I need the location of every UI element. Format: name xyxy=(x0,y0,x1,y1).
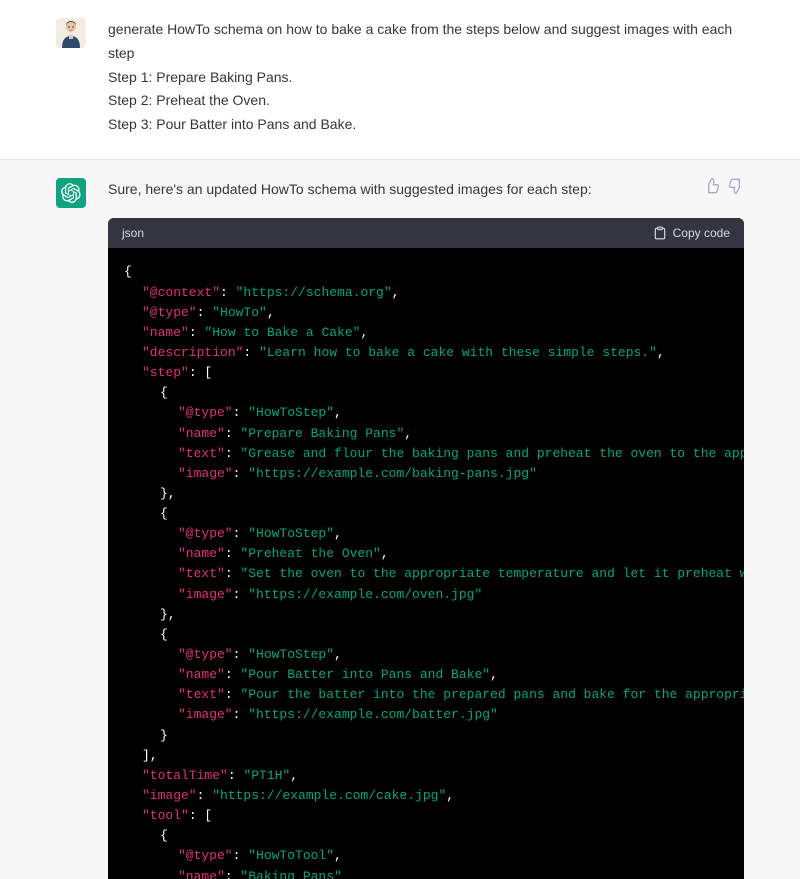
code-lang-label: json xyxy=(122,226,144,240)
code-line: "text": "Pour the batter into the prepar… xyxy=(124,685,728,705)
code-line: "@type": "HowToStep", xyxy=(124,403,728,423)
code-line: "tool": [ xyxy=(124,806,728,826)
assistant-message-content: Sure, here's an updated HowTo schema wit… xyxy=(108,178,744,879)
code-line: "name": "Baking Pans" xyxy=(124,867,728,879)
code-line: "text": "Set the oven to the appropriate… xyxy=(124,564,728,584)
code-line: { xyxy=(124,826,728,846)
code-line: ], xyxy=(124,746,728,766)
code-line: { xyxy=(124,262,728,282)
user-text: generate HowTo schema on how to bake a c… xyxy=(108,18,744,137)
code-header: json Copy code xyxy=(108,218,744,248)
code-block: json Copy code {"@context": "https://sch… xyxy=(108,218,744,879)
code-line: "@type": "HowToTool", xyxy=(124,846,728,866)
code-line: "@type": "HowToStep", xyxy=(124,645,728,665)
assistant-avatar xyxy=(56,178,86,208)
code-line: } xyxy=(124,726,728,746)
thumbs-up-icon[interactable] xyxy=(704,178,720,199)
feedback-controls xyxy=(704,178,744,199)
code-line: "image": "https://example.com/oven.jpg" xyxy=(124,585,728,605)
code-line: "name": "Pour Batter into Pans and Bake"… xyxy=(124,665,728,685)
user-message-content: generate HowTo schema on how to bake a c… xyxy=(108,18,744,137)
code-line: { xyxy=(124,504,728,524)
code-line: "description": "Learn how to bake a cake… xyxy=(124,343,728,363)
code-line: }, xyxy=(124,605,728,625)
clipboard-icon xyxy=(653,226,667,240)
copy-code-label: Copy code xyxy=(673,226,730,240)
user-text-line: Step 1: Prepare Baking Pans. xyxy=(108,66,744,90)
code-line: "image": "https://example.com/cake.jpg", xyxy=(124,786,728,806)
code-line: "name": "Preheat the Oven", xyxy=(124,544,728,564)
code-line: "@context": "https://schema.org", xyxy=(124,283,728,303)
user-text-line: generate HowTo schema on how to bake a c… xyxy=(108,18,744,66)
code-line: "@type": "HowTo", xyxy=(124,303,728,323)
code-body[interactable]: {"@context": "https://schema.org","@type… xyxy=(108,248,744,879)
user-text-line: Step 2: Preheat the Oven. xyxy=(108,89,744,113)
person-icon xyxy=(56,18,86,48)
code-line: "image": "https://example.com/baking-pan… xyxy=(124,464,728,484)
thumbs-down-icon[interactable] xyxy=(728,178,744,199)
user-message: generate HowTo schema on how to bake a c… xyxy=(0,0,800,160)
code-line: "@type": "HowToStep", xyxy=(124,524,728,544)
code-line: "name": "How to Bake a Cake", xyxy=(124,323,728,343)
copy-code-button[interactable]: Copy code xyxy=(653,226,730,240)
user-text-line: Step 3: Pour Batter into Pans and Bake. xyxy=(108,113,744,137)
code-line: "text": "Grease and flour the baking pan… xyxy=(124,444,728,464)
code-line: { xyxy=(124,625,728,645)
assistant-message: Sure, here's an updated HowTo schema wit… xyxy=(0,160,800,879)
user-avatar xyxy=(56,18,86,48)
conversation: generate HowTo schema on how to bake a c… xyxy=(0,0,800,879)
assistant-intro-text: Sure, here's an updated HowTo schema wit… xyxy=(108,178,692,200)
code-line: }, xyxy=(124,484,728,504)
openai-icon xyxy=(61,183,81,203)
code-line: "image": "https://example.com/batter.jpg… xyxy=(124,705,728,725)
code-line: "step": [ xyxy=(124,363,728,383)
code-line: { xyxy=(124,383,728,403)
code-line: "totalTime": "PT1H", xyxy=(124,766,728,786)
code-line: "name": "Prepare Baking Pans", xyxy=(124,424,728,444)
